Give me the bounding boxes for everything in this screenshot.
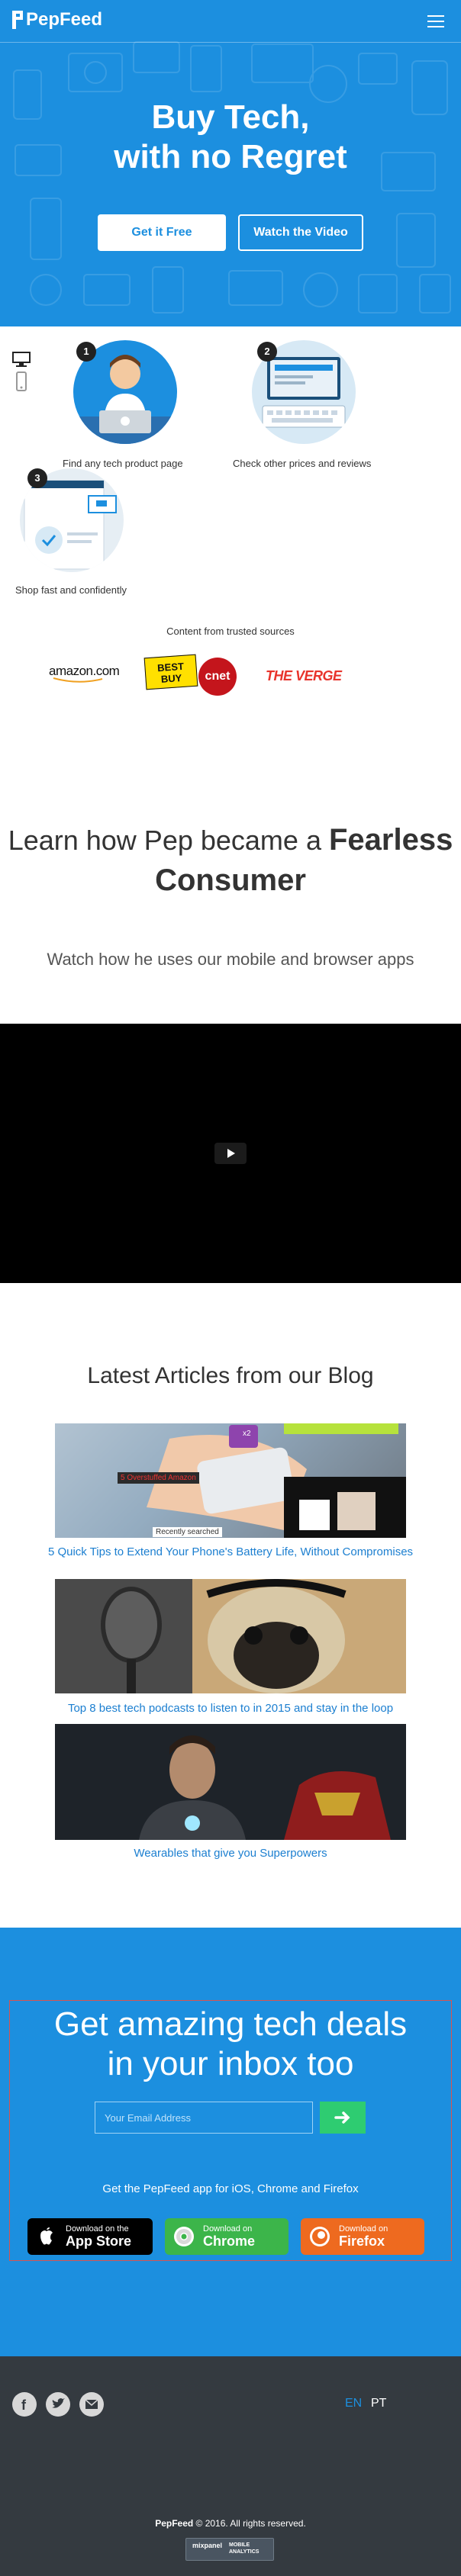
- newsletter-title-line-2: in your inbox too: [107, 2045, 354, 2082]
- best-buy-logo-text: BEST BUY: [156, 660, 185, 685]
- learn-section-title: Learn how Pep became a Fearless Consumer: [0, 820, 461, 901]
- page: PepFeed Buy Tech, with no Regret Get it …: [0, 0, 461, 2576]
- chrome-store-big-text: Chrome: [203, 2233, 256, 2249]
- cnet-logo-text: cnet: [205, 670, 230, 683]
- pepfeed-logo-icon: [12, 11, 23, 29]
- get-app-text: Get the PepFeed app for iOS, Chrome and …: [102, 2182, 359, 2195]
- article-1-title-link[interactable]: 5 Quick Tips to Extend Your Phone's Batt…: [15, 1545, 446, 1560]
- best-buy-logo: BEST BUY: [143, 654, 198, 690]
- top-navbar: PepFeed: [0, 0, 461, 43]
- desktop-icon[interactable]: [11, 351, 32, 368]
- article-1-image[interactable]: 5 Overstuffed Amazon Recently searched x…: [55, 1423, 406, 1538]
- app-store-button[interactable]: Download on the App Store: [27, 2218, 153, 2255]
- step-1-number: 1: [76, 342, 96, 362]
- learn-title-text: Learn how Pep became a: [8, 825, 329, 856]
- learn-section-subtitle: Watch how he uses our mobile and browser…: [47, 950, 414, 969]
- app-store-big-text: App Store: [66, 2233, 132, 2249]
- the-verge-logo-text: THE VERGE: [266, 668, 342, 683]
- cnet-logo: cnet: [198, 658, 237, 696]
- trusted-sources-title: Content from trusted sources: [166, 626, 295, 637]
- learn-title-bold-2: Consumer: [155, 863, 306, 897]
- step-2-label: Check other prices and reviews: [233, 458, 372, 469]
- article-3-title-link[interactable]: Wearables that give you Superpowers: [15, 1846, 446, 1861]
- language-en[interactable]: EN: [345, 2397, 362, 2410]
- play-icon: [227, 1149, 235, 1158]
- step-2-number: 2: [257, 342, 277, 362]
- phone-in-hands-photo: [55, 1423, 406, 1538]
- mixpanel-name: mixpanel: [192, 2542, 223, 2549]
- email-input[interactable]: [95, 2102, 313, 2134]
- blog-section-title: Latest Articles from our Blog: [87, 1363, 374, 1388]
- arrow-right-icon: [334, 2111, 350, 2124]
- pug-with-microphone-photo: [55, 1579, 406, 1693]
- firefox-store-big-text: Firefox: [339, 2233, 385, 2249]
- get-it-free-button[interactable]: Get it Free: [98, 214, 226, 251]
- svg-text:f: f: [21, 2398, 27, 2413]
- device-toggle: [11, 351, 32, 394]
- the-verge-logo: THE VERGE: [266, 668, 342, 684]
- hero-section: PepFeed Buy Tech, with no Regret Get it …: [0, 0, 461, 326]
- article-3-image[interactable]: [55, 1724, 406, 1840]
- chrome-store-button[interactable]: Download on Chrome: [165, 2218, 289, 2255]
- watch-the-video-button[interactable]: Watch the Video: [238, 214, 363, 251]
- article-2-title-link[interactable]: Top 8 best tech podcasts to listen to in…: [15, 1701, 446, 1716]
- copyright-brand: PepFeed: [155, 2518, 194, 2529]
- article-1-search-label: Recently searched: [153, 1527, 222, 1537]
- hero-title: Buy Tech, with no Regret: [0, 98, 461, 177]
- pepfeed-logo[interactable]: PepFeed: [12, 9, 102, 31]
- copyright-text: PepFeed © 2016. All rights reserved.: [0, 2518, 461, 2529]
- newsletter-title-line-1: Get amazing tech deals: [53, 2005, 408, 2043]
- mixpanel-subtitle: MOBILE ANALYTICS: [229, 2542, 260, 2555]
- facebook-icon[interactable]: f: [12, 2392, 37, 2417]
- amazon-logo: amazon.com: [49, 664, 120, 683]
- chrome-icon: [174, 2227, 194, 2246]
- twitter-icon[interactable]: [46, 2392, 70, 2417]
- firefox-icon: [310, 2227, 330, 2246]
- learn-title-bold-1: Fearless: [328, 823, 453, 857]
- copyright-rest: © 2016. All rights reserved.: [193, 2518, 306, 2529]
- iron-man-photo: [55, 1724, 406, 1840]
- apple-icon: [40, 2227, 53, 2245]
- email-submit-button[interactable]: [320, 2102, 366, 2134]
- chrome-store-small-text: Download on: [203, 2224, 253, 2233]
- article-1-count-label: x2: [243, 1430, 251, 1438]
- mixpanel-badge[interactable]: mixpanel MOBILE ANALYTICS: [185, 2538, 274, 2561]
- language-pt[interactable]: PT: [371, 2397, 386, 2410]
- hero-title-line-1: Buy Tech,: [151, 98, 310, 136]
- amazon-logo-text: amazon.com: [49, 664, 120, 678]
- amazon-smile-icon: [53, 677, 103, 683]
- mail-icon[interactable]: [79, 2392, 104, 2417]
- article-2-image[interactable]: [55, 1579, 406, 1693]
- newsletter-title: Get amazing tech deals in your inbox too: [0, 2005, 461, 2084]
- article-1-badge-label: 5 Overstuffed Amazon: [118, 1472, 199, 1484]
- hero-title-line-2: with no Regret: [114, 138, 347, 175]
- video-play-button[interactable]: [214, 1143, 247, 1164]
- firefox-store-small-text: Download on: [339, 2224, 388, 2233]
- step-3-label: Shop fast and confidently: [15, 584, 127, 596]
- logo-text: PepFeed: [26, 9, 103, 30]
- step-3-number: 3: [27, 468, 47, 488]
- firefox-store-button[interactable]: Download on Firefox: [301, 2218, 424, 2255]
- step-1-label: Find any tech product page: [63, 458, 183, 469]
- mobile-icon[interactable]: [11, 371, 32, 394]
- app-store-small-text: Download on the: [66, 2224, 129, 2233]
- hamburger-menu-icon[interactable]: [427, 15, 444, 27]
